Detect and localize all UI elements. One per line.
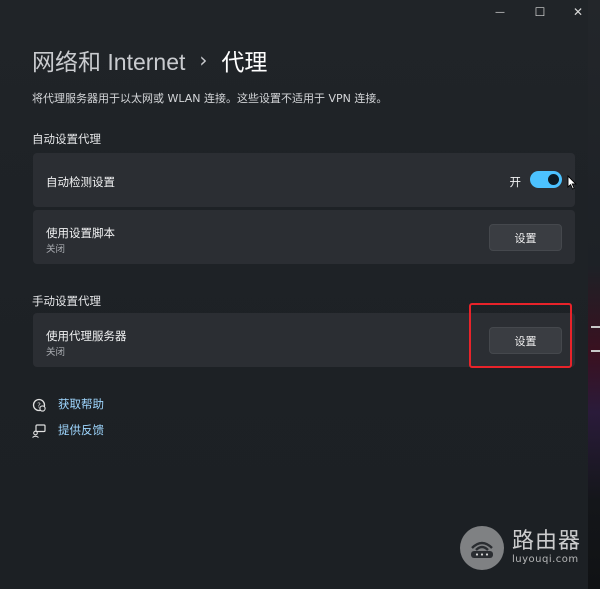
settings-window: — ☐ ✕ 网络和 Internet › 代理 将代理服务器用于以太网或 WLA…	[0, 0, 588, 589]
auto-detect-label: 自动检测设置	[46, 175, 115, 189]
watermark-logo: 路由器 luyouqi.com	[460, 526, 581, 570]
chevron-right-icon: ›	[199, 48, 208, 72]
setup-script-status: 关闭	[46, 244, 66, 255]
auto-detect-card: 自动检测设置 开	[33, 153, 575, 207]
page-description: 将代理服务器用于以太网或 WLAN 连接。这些设置不适用于 VPN 连接。	[32, 92, 388, 105]
proxy-server-label: 使用代理服务器	[46, 329, 127, 343]
maximize-icon: ☐	[534, 5, 546, 19]
get-help-link[interactable]: ? 获取帮助	[32, 396, 104, 412]
watermark-domain: luyouqi.com	[512, 554, 579, 565]
auto-detect-toggle[interactable]	[530, 171, 562, 188]
svg-text:?: ?	[37, 401, 41, 409]
minimize-icon: —	[495, 6, 505, 18]
toggle-knob	[548, 174, 559, 185]
close-icon: ✕	[572, 5, 584, 19]
page-title: 代理	[221, 49, 268, 75]
mouse-cursor-icon	[567, 174, 577, 194]
setup-script-label: 使用设置脚本	[46, 226, 115, 240]
feedback-icon	[32, 423, 46, 438]
minimize-button[interactable]: —	[478, 0, 522, 24]
breadcrumb-parent[interactable]: 网络和 Internet	[32, 43, 185, 77]
get-help-text[interactable]: 获取帮助	[58, 396, 104, 412]
annotation-highlight-box	[469, 303, 572, 368]
feedback-text[interactable]: 提供反馈	[58, 422, 104, 438]
background-window-edge	[588, 0, 600, 589]
setup-script-settings-button[interactable]: 设置	[489, 224, 562, 251]
breadcrumb: 网络和 Internet › 代理	[32, 44, 267, 76]
auto-proxy-section-title: 自动设置代理	[32, 132, 101, 146]
edge-mark	[591, 350, 600, 352]
help-icon: ?	[32, 397, 46, 412]
toggle-state-label: 开	[509, 175, 522, 189]
feedback-link[interactable]: 提供反馈	[32, 422, 104, 438]
proxy-server-status: 关闭	[46, 347, 66, 358]
watermark-title: 路由器	[512, 529, 582, 554]
edge-mark	[591, 326, 600, 328]
router-icon	[460, 526, 504, 570]
manual-proxy-section-title: 手动设置代理	[32, 294, 101, 308]
setup-script-card: 使用设置脚本 关闭 设置	[33, 210, 575, 264]
